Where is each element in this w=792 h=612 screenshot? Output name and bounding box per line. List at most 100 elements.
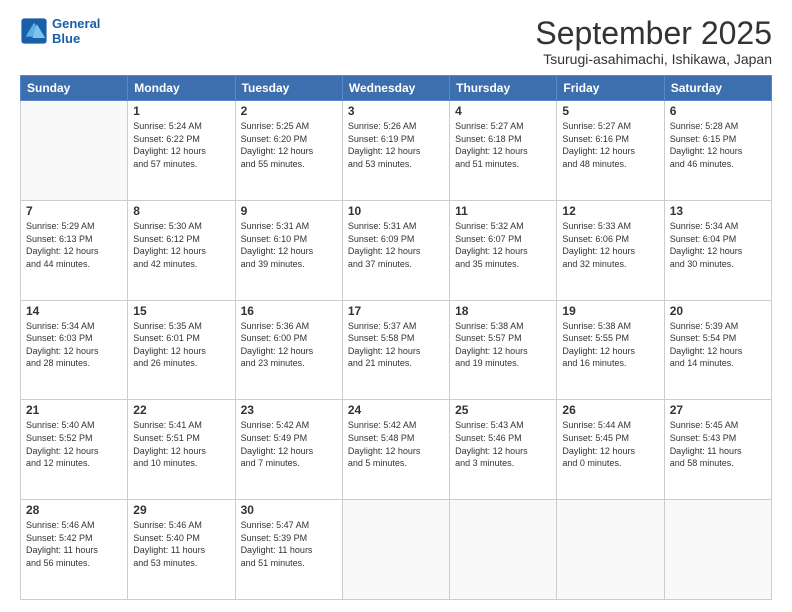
day-detail: Sunrise: 5:37 AM Sunset: 5:58 PM Dayligh…: [348, 320, 444, 370]
cell-2-2: 8 Sunrise: 5:30 AM Sunset: 6:12 PM Daylig…: [128, 200, 235, 300]
day-number: 18: [455, 304, 551, 318]
day-detail: Sunrise: 5:31 AM Sunset: 6:09 PM Dayligh…: [348, 220, 444, 270]
day-detail: Sunrise: 5:38 AM Sunset: 5:57 PM Dayligh…: [455, 320, 551, 370]
day-number: 25: [455, 403, 551, 417]
cell-4-5: 25Sunrise: 5:43 AM Sunset: 5:46 PM Dayli…: [450, 400, 557, 500]
day-number: 27: [670, 403, 766, 417]
day-number: 30: [241, 503, 337, 517]
day-number: 26: [562, 403, 658, 417]
logo-icon: [20, 17, 48, 45]
day-number: 19: [562, 304, 658, 318]
day-number: 16: [241, 304, 337, 318]
day-detail: Sunrise: 5:39 AM Sunset: 5:54 PM Dayligh…: [670, 320, 766, 370]
page: General Blue September 2025 Tsurugi-asah…: [0, 0, 792, 612]
cell-1-6: 5Sunrise: 5:27 AM Sunset: 6:16 PM Daylig…: [557, 101, 664, 201]
day-number: 20: [670, 304, 766, 318]
day-number: 14: [26, 304, 122, 318]
cell-2-7: 13 Sunrise: 5:34 AM Sunset: 6:04 PM Dayli…: [664, 200, 771, 300]
day-detail: Sunrise: 5:42 AM Sunset: 5:49 PM Dayligh…: [241, 419, 337, 469]
col-tuesday: Tuesday: [235, 76, 342, 101]
day-number: 4: [455, 104, 551, 118]
day-detail: Sunrise: 5:34 AM Sunset: 6:04 PM Dayligh…: [670, 220, 766, 270]
cell-1-2: 1 Sunrise: 5:24 AM Sunset: 6:22 PM Daylig…: [128, 101, 235, 201]
day-number: 7: [26, 204, 122, 218]
calendar-table: Sunday Monday Tuesday Wednesday Thursday…: [20, 75, 772, 600]
day-number: 17: [348, 304, 444, 318]
day-detail: Sunrise: 5:24 AM Sunset: 6:22 PM Dayligh…: [133, 120, 229, 170]
day-number: 21: [26, 403, 122, 417]
cell-3-6: 19 Sunrise: 5:38 AM Sunset: 5:55 PM Dayli…: [557, 300, 664, 400]
day-number: 13: [670, 204, 766, 218]
cell-2-3: 9 Sunrise: 5:31 AM Sunset: 6:10 PM Daylig…: [235, 200, 342, 300]
cell-5-5: [450, 500, 557, 600]
day-number: 5: [562, 104, 658, 118]
day-number: 2: [241, 104, 337, 118]
header-row: Sunday Monday Tuesday Wednesday Thursday…: [21, 76, 772, 101]
day-number: 9: [241, 204, 337, 218]
week-row-4: 21Sunrise: 5:40 AM Sunset: 5:52 PM Dayli…: [21, 400, 772, 500]
day-detail: Sunrise: 5:32 AM Sunset: 6:07 PM Dayligh…: [455, 220, 551, 270]
day-number: 15: [133, 304, 229, 318]
day-detail: Sunrise: 5:29 AM Sunset: 6:13 PM Dayligh…: [26, 220, 122, 270]
cell-2-1: 7 Sunrise: 5:29 AM Sunset: 6:13 PM Daylig…: [21, 200, 128, 300]
day-detail: Sunrise: 5:26 AM Sunset: 6:19 PM Dayligh…: [348, 120, 444, 170]
day-number: 24: [348, 403, 444, 417]
week-row-2: 7 Sunrise: 5:29 AM Sunset: 6:13 PM Daylig…: [21, 200, 772, 300]
calendar-title: September 2025: [535, 16, 772, 51]
day-number: 22: [133, 403, 229, 417]
day-number: 29: [133, 503, 229, 517]
cell-3-1: 14 Sunrise: 5:34 AM Sunset: 6:03 PM Dayli…: [21, 300, 128, 400]
day-number: 12: [562, 204, 658, 218]
cell-5-3: 30 Sunrise: 5:47 AM Sunset: 5:39 PM Dayli…: [235, 500, 342, 600]
cell-3-7: 20 Sunrise: 5:39 AM Sunset: 5:54 PM Dayli…: [664, 300, 771, 400]
day-number: 8: [133, 204, 229, 218]
day-detail: Sunrise: 5:42 AM Sunset: 5:48 PM Dayligh…: [348, 419, 444, 469]
day-detail: Sunrise: 5:41 AM Sunset: 5:51 PM Dayligh…: [133, 419, 229, 469]
col-saturday: Saturday: [664, 76, 771, 101]
day-detail: Sunrise: 5:33 AM Sunset: 6:06 PM Dayligh…: [562, 220, 658, 270]
day-detail: Sunrise: 5:27 AM Sunset: 6:18 PM Dayligh…: [455, 120, 551, 170]
day-number: 1: [133, 104, 229, 118]
day-detail: Sunrise: 5:44 AM Sunset: 5:45 PM Dayligh…: [562, 419, 658, 469]
day-detail: Sunrise: 5:38 AM Sunset: 5:55 PM Dayligh…: [562, 320, 658, 370]
day-number: 23: [241, 403, 337, 417]
cell-5-1: 28Sunrise: 5:46 AM Sunset: 5:42 PM Dayli…: [21, 500, 128, 600]
day-number: 6: [670, 104, 766, 118]
cell-1-4: 3 Sunrise: 5:26 AM Sunset: 6:19 PM Daylig…: [342, 101, 449, 201]
cell-4-3: 23 Sunrise: 5:42 AM Sunset: 5:49 PM Dayli…: [235, 400, 342, 500]
day-detail: Sunrise: 5:36 AM Sunset: 6:00 PM Dayligh…: [241, 320, 337, 370]
cell-3-4: 17 Sunrise: 5:37 AM Sunset: 5:58 PM Dayli…: [342, 300, 449, 400]
week-row-5: 28Sunrise: 5:46 AM Sunset: 5:42 PM Dayli…: [21, 500, 772, 600]
calendar-subtitle: Tsurugi-asahimachi, Ishikawa, Japan: [535, 51, 772, 67]
cell-2-4: 10Sunrise: 5:31 AM Sunset: 6:09 PM Dayli…: [342, 200, 449, 300]
cell-4-2: 22 Sunrise: 5:41 AM Sunset: 5:51 PM Dayli…: [128, 400, 235, 500]
day-number: 3: [348, 104, 444, 118]
week-row-1: 1 Sunrise: 5:24 AM Sunset: 6:22 PM Daylig…: [21, 101, 772, 201]
week-row-3: 14 Sunrise: 5:34 AM Sunset: 6:03 PM Dayli…: [21, 300, 772, 400]
day-number: 11: [455, 204, 551, 218]
cell-4-6: 26 Sunrise: 5:44 AM Sunset: 5:45 PM Dayli…: [557, 400, 664, 500]
cell-1-5: 4 Sunrise: 5:27 AM Sunset: 6:18 PM Daylig…: [450, 101, 557, 201]
col-sunday: Sunday: [21, 76, 128, 101]
cell-2-6: 12 Sunrise: 5:33 AM Sunset: 6:06 PM Dayli…: [557, 200, 664, 300]
cell-5-2: 29 Sunrise: 5:46 AM Sunset: 5:40 PM Dayli…: [128, 500, 235, 600]
day-detail: Sunrise: 5:45 AM Sunset: 5:43 PM Dayligh…: [670, 419, 766, 469]
day-detail: Sunrise: 5:47 AM Sunset: 5:39 PM Dayligh…: [241, 519, 337, 569]
cell-1-1: [21, 101, 128, 201]
cell-4-1: 21Sunrise: 5:40 AM Sunset: 5:52 PM Dayli…: [21, 400, 128, 500]
day-detail: Sunrise: 5:46 AM Sunset: 5:40 PM Dayligh…: [133, 519, 229, 569]
cell-3-2: 15Sunrise: 5:35 AM Sunset: 6:01 PM Dayli…: [128, 300, 235, 400]
cell-4-4: 24 Sunrise: 5:42 AM Sunset: 5:48 PM Dayli…: [342, 400, 449, 500]
col-friday: Friday: [557, 76, 664, 101]
day-detail: Sunrise: 5:25 AM Sunset: 6:20 PM Dayligh…: [241, 120, 337, 170]
col-monday: Monday: [128, 76, 235, 101]
header: General Blue September 2025 Tsurugi-asah…: [20, 16, 772, 67]
cell-1-7: 6Sunrise: 5:28 AM Sunset: 6:15 PM Daylig…: [664, 101, 771, 201]
day-detail: Sunrise: 5:46 AM Sunset: 5:42 PM Dayligh…: [26, 519, 122, 569]
day-detail: Sunrise: 5:34 AM Sunset: 6:03 PM Dayligh…: [26, 320, 122, 370]
title-block: September 2025 Tsurugi-asahimachi, Ishik…: [535, 16, 772, 67]
cell-1-3: 2 Sunrise: 5:25 AM Sunset: 6:20 PM Daylig…: [235, 101, 342, 201]
day-detail: Sunrise: 5:30 AM Sunset: 6:12 PM Dayligh…: [133, 220, 229, 270]
cell-3-5: 18 Sunrise: 5:38 AM Sunset: 5:57 PM Dayli…: [450, 300, 557, 400]
day-detail: Sunrise: 5:31 AM Sunset: 6:10 PM Dayligh…: [241, 220, 337, 270]
